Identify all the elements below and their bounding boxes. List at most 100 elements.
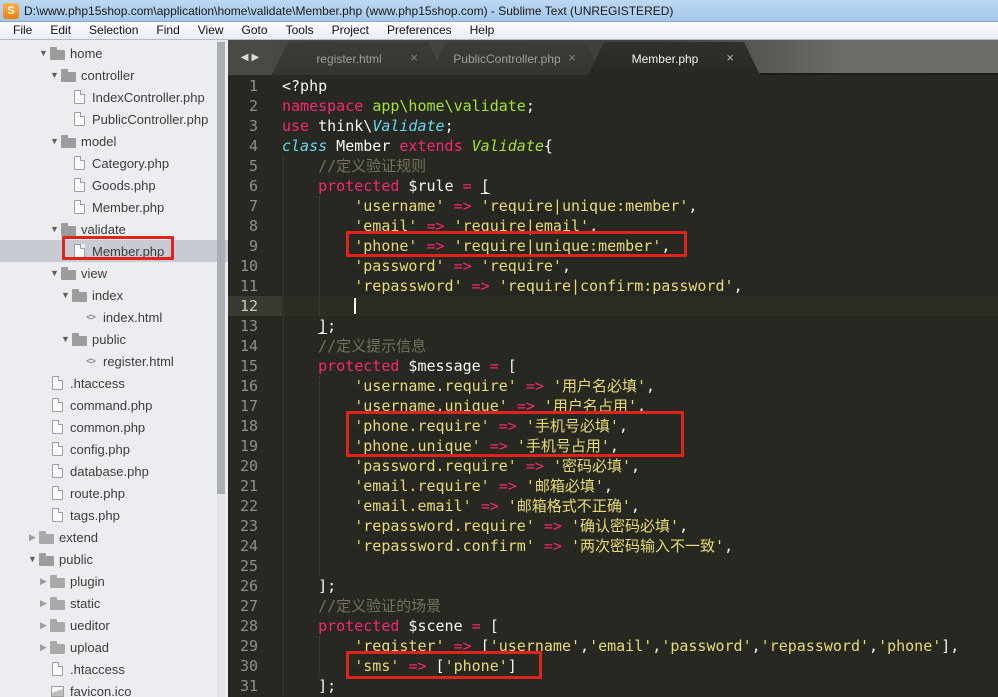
tree-item-route-php[interactable]: route.php — [0, 482, 228, 504]
tab-publiccontroller-php[interactable]: PublicController.php × — [430, 42, 602, 75]
code-line-27[interactable]: 27 //定义验证的场景 — [228, 596, 998, 616]
tree-item-ueditor[interactable]: ▶ ueditor — [0, 614, 228, 636]
html-file-icon: <> — [86, 356, 96, 366]
chevron-down-icon[interactable]: ▼ — [26, 554, 39, 564]
code-line-25[interactable]: 25 — [228, 556, 998, 576]
tree-item-model[interactable]: ▼ model — [0, 130, 228, 152]
tree-item-label: ueditor — [70, 617, 110, 633]
sidebar-scrollbar-thumb[interactable] — [217, 42, 225, 494]
tree-item-register-html[interactable]: <> register.html — [0, 350, 228, 372]
tree-item-public[interactable]: ▼ public — [0, 548, 228, 570]
tree-item-index[interactable]: ▼ index — [0, 284, 228, 306]
chevron-down-icon[interactable]: ▼ — [59, 334, 72, 344]
code-line-22[interactable]: 22 'email.email' => '邮箱格式不正确', — [228, 496, 998, 516]
close-icon[interactable]: × — [410, 50, 418, 66]
tree-item-config-php[interactable]: config.php — [0, 438, 228, 460]
line-number: 12 — [228, 296, 282, 316]
menu-item-goto[interactable]: Goto — [233, 22, 277, 39]
code-line-24[interactable]: 24 'repassword.confirm' => '两次密码输入不一致', — [228, 536, 998, 556]
menu-item-tools[interactable]: Tools — [277, 22, 323, 39]
tree-item-label: command.php — [70, 397, 153, 413]
code-line-14[interactable]: 14 //定义提示信息 — [228, 336, 998, 356]
tree-item-controller[interactable]: ▼ controller — [0, 64, 228, 86]
code-line-16[interactable]: 16 'username.require' => '用户名必填', — [228, 376, 998, 396]
chevron-down-icon[interactable]: ▼ — [37, 48, 50, 58]
chevron-right-icon[interactable]: ▶ — [37, 642, 50, 653]
code-line-18[interactable]: 18 'phone.require' => '手机号必填', — [228, 416, 998, 436]
menu-item-view[interactable]: View — [189, 22, 233, 39]
code-line-6[interactable]: 6 protected $rule = [ — [228, 176, 998, 196]
chevron-right-icon[interactable]: ▶ — [37, 576, 50, 587]
menu-item-find[interactable]: Find — [147, 22, 188, 39]
code-line-21[interactable]: 21 'email.require' => '邮箱必填', — [228, 476, 998, 496]
code-line-31[interactable]: 31 ]; — [228, 676, 998, 696]
tree-item-member-php[interactable]: Member.php — [0, 240, 228, 262]
code-line-20[interactable]: 20 'password.require' => '密码必填', — [228, 456, 998, 476]
code-line-7[interactable]: 7 'username' => 'require|unique:member', — [228, 196, 998, 216]
tree-item--htaccess[interactable]: .htaccess — [0, 372, 228, 394]
code-line-13[interactable]: 13 ]; — [228, 316, 998, 336]
tree-item-category-php[interactable]: Category.php — [0, 152, 228, 174]
menu-item-file[interactable]: File — [4, 22, 41, 39]
tree-item-home[interactable]: ▼ home — [0, 42, 228, 64]
close-icon[interactable]: × — [568, 50, 576, 66]
tab-scroll-left-icon[interactable]: ◀ — [241, 52, 249, 63]
tree-item-command-php[interactable]: command.php — [0, 394, 228, 416]
code-line-4[interactable]: 4 class Member extends Validate{ — [228, 136, 998, 156]
tree-item-static[interactable]: ▶ static — [0, 592, 228, 614]
chevron-down-icon[interactable]: ▼ — [48, 70, 61, 80]
close-icon[interactable]: × — [726, 50, 734, 66]
menu-item-preferences[interactable]: Preferences — [378, 22, 461, 39]
code-line-30[interactable]: 30 'sms' => ['phone'] — [228, 656, 998, 676]
chevron-right-icon[interactable]: ▶ — [37, 620, 50, 631]
menu-item-selection[interactable]: Selection — [80, 22, 147, 39]
tree-item-indexcontroller-php[interactable]: IndexController.php — [0, 86, 228, 108]
code-line-8[interactable]: 8 'email' => 'require|email', — [228, 216, 998, 236]
chevron-down-icon[interactable]: ▼ — [48, 268, 61, 278]
code-line-10[interactable]: 10 'password' => 'require', — [228, 256, 998, 276]
chevron-right-icon[interactable]: ▶ — [37, 598, 50, 609]
code-line-1[interactable]: 1 <?php — [228, 76, 998, 96]
tree-item-database-php[interactable]: database.php — [0, 460, 228, 482]
code-line-15[interactable]: 15 protected $message = [ — [228, 356, 998, 376]
menu-item-help[interactable]: Help — [461, 22, 504, 39]
tree-item-index-html[interactable]: <> index.html — [0, 306, 228, 328]
menu-item-project[interactable]: Project — [323, 22, 378, 39]
code-line-9[interactable]: 9 'phone' => 'require|unique:member', — [228, 236, 998, 256]
code-line-11[interactable]: 11 'repassword' => 'require|confirm:pass… — [228, 276, 998, 296]
tree-item-tags-php[interactable]: tags.php — [0, 504, 228, 526]
code-line-19[interactable]: 19 'phone.unique' => '手机号占用', — [228, 436, 998, 456]
tree-item-validate[interactable]: ▼ validate — [0, 218, 228, 240]
code-line-23[interactable]: 23 'repassword.require' => '确认密码必填', — [228, 516, 998, 536]
tree-item--htaccess[interactable]: .htaccess — [0, 658, 228, 680]
code-line-5[interactable]: 5 //定义验证规则 — [228, 156, 998, 176]
chevron-down-icon[interactable]: ▼ — [48, 224, 61, 234]
tree-item-member-php[interactable]: Member.php — [0, 196, 228, 218]
tab-register-html[interactable]: register.html × — [272, 42, 444, 75]
tree-item-view[interactable]: ▼ view — [0, 262, 228, 284]
code-line-3[interactable]: 3 use think\Validate; — [228, 116, 998, 136]
tree-item-extend[interactable]: ▶ extend — [0, 526, 228, 548]
code-line-17[interactable]: 17 'username.unique' => '用户名占用', — [228, 396, 998, 416]
code-area[interactable]: 1 <?php 2 namespace app\home\validate; 3 use … — [228, 75, 998, 697]
tree-item-plugin[interactable]: ▶ plugin — [0, 570, 228, 592]
chevron-down-icon[interactable]: ▼ — [48, 136, 61, 146]
tree-item-public[interactable]: ▼ public — [0, 328, 228, 350]
tree-item-goods-php[interactable]: Goods.php — [0, 174, 228, 196]
chevron-right-icon[interactable]: ▶ — [26, 532, 39, 543]
tree-item-common-php[interactable]: common.php — [0, 416, 228, 438]
code-line-text: ]; — [282, 677, 337, 695]
tree-item-favicon-ico[interactable]: favicon.ico — [0, 680, 228, 697]
code-line-2[interactable]: 2 namespace app\home\validate; — [228, 96, 998, 116]
tab-member-php[interactable]: Member.php × — [588, 42, 760, 75]
tab-scroll-right-icon[interactable]: ▶ — [252, 52, 260, 63]
tree-item-publiccontroller-php[interactable]: PublicController.php — [0, 108, 228, 130]
code-line-29[interactable]: 29 'register' => ['username','email','pa… — [228, 636, 998, 656]
tree-item-upload[interactable]: ▶ upload — [0, 636, 228, 658]
menu-item-edit[interactable]: Edit — [41, 22, 80, 39]
line-number: 5 — [248, 157, 258, 175]
code-line-12[interactable]: 12 — [228, 296, 998, 316]
code-line-28[interactable]: 28 protected $scene = [ — [228, 616, 998, 636]
code-line-26[interactable]: 26 ]; — [228, 576, 998, 596]
chevron-down-icon[interactable]: ▼ — [59, 290, 72, 300]
